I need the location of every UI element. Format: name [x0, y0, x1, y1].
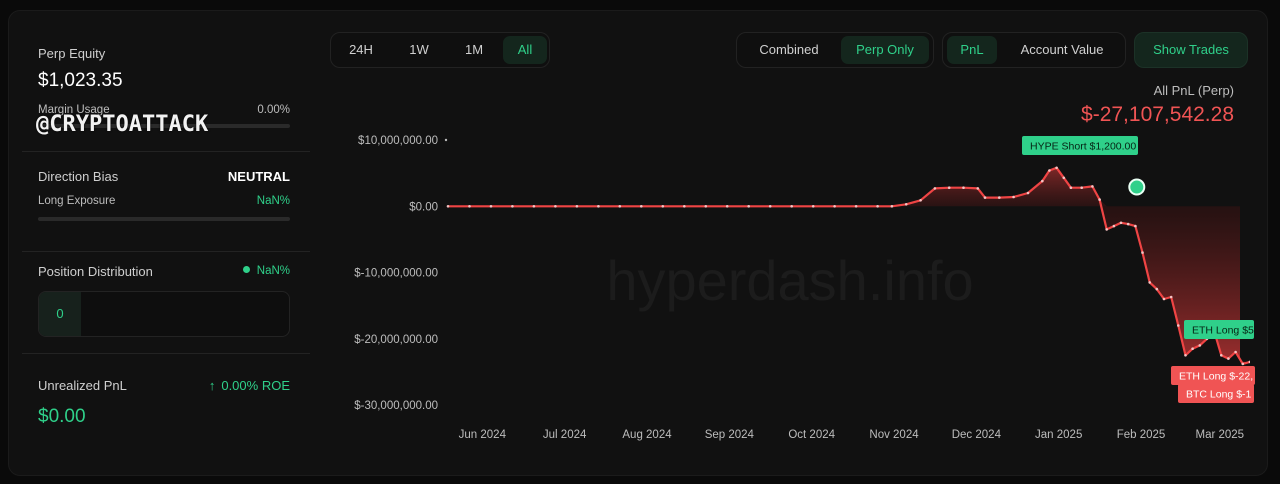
data-point — [1062, 176, 1066, 180]
data-point — [554, 205, 557, 208]
data-point — [768, 205, 772, 208]
data-point — [1169, 295, 1173, 299]
data-point — [1148, 281, 1151, 284]
data-point — [1041, 179, 1044, 183]
x-tick-label: Aug 2024 — [622, 429, 672, 441]
data-point — [1234, 350, 1237, 354]
y-tick-label: $-10,000,000.00 — [354, 268, 438, 280]
data-point — [904, 203, 908, 206]
data-point — [1241, 362, 1245, 366]
data-point — [1055, 166, 1058, 170]
data-point — [1184, 354, 1187, 357]
data-point — [1048, 169, 1051, 172]
data-point — [1162, 297, 1166, 301]
data-point — [1259, 361, 1262, 364]
data-point — [983, 196, 987, 199]
trade-marker-circle[interactable] — [1128, 178, 1146, 196]
data-point — [947, 186, 951, 189]
data-point — [1098, 198, 1101, 201]
data-point — [833, 205, 836, 208]
x-tick-label: Jan 2025 — [1035, 429, 1082, 441]
data-point — [704, 205, 708, 208]
x-tick-label: Dec 2024 — [952, 429, 1002, 441]
trade-tag-label: ETH Long $5 — [1192, 325, 1254, 337]
data-point — [511, 205, 514, 208]
y-tick-label: $10,000,000.00 — [358, 135, 438, 147]
data-point — [933, 187, 937, 190]
data-point — [1026, 191, 1030, 195]
data-point — [661, 205, 665, 208]
x-tick-label: Feb 2025 — [1117, 429, 1166, 441]
data-point — [640, 205, 643, 208]
pnl-chart[interactable]: hyperdash.info $10,000,000.00 $0.00 $-10,0… — [0, 0, 1280, 484]
data-point — [532, 205, 536, 208]
data-point — [1198, 344, 1202, 347]
data-point — [1141, 251, 1144, 254]
data-point — [1119, 221, 1123, 225]
data-point — [1134, 224, 1137, 228]
data-point — [919, 199, 922, 202]
data-point — [962, 186, 965, 189]
data-point — [1155, 287, 1159, 291]
y-axis-dot — [444, 138, 448, 142]
trade-tag-label: HYPE Short $1,200.00 — [1030, 141, 1136, 153]
data-point — [790, 205, 793, 208]
data-point — [1012, 195, 1015, 199]
data-point — [811, 205, 815, 208]
data-point — [468, 205, 471, 208]
data-point — [890, 205, 894, 208]
data-point — [1191, 347, 1194, 351]
data-point — [489, 205, 493, 208]
data-point — [597, 205, 600, 208]
y-tick-label: $-20,000,000.00 — [354, 334, 438, 346]
trade-tag-label: BTC Long $-1 — [1186, 389, 1252, 401]
data-point — [1080, 186, 1083, 189]
trade-tag-label: ETH Long $-22, — [1179, 371, 1253, 383]
x-tick-label: Jul 2024 — [543, 429, 587, 441]
data-point — [575, 205, 579, 208]
data-point — [1177, 324, 1180, 327]
data-point — [1248, 360, 1250, 364]
data-point — [854, 205, 858, 208]
data-point — [446, 205, 450, 208]
x-tick-label: Sep 2024 — [705, 429, 755, 441]
data-point — [725, 205, 729, 208]
y-tick-label: $0.00 — [409, 201, 438, 213]
data-point — [1091, 185, 1094, 188]
data-point — [1126, 222, 1130, 226]
chart-watermark: hyperdash.info — [606, 249, 973, 312]
data-point — [976, 187, 980, 190]
data-point — [1105, 228, 1108, 231]
data-point — [998, 196, 1001, 199]
y-tick-label: $-30,000,000.00 — [354, 400, 438, 412]
data-point — [618, 205, 622, 208]
data-point — [747, 205, 750, 208]
data-point — [1112, 224, 1116, 228]
x-tick-label: Nov 2024 — [869, 429, 919, 441]
data-point — [683, 205, 686, 208]
data-point — [1220, 354, 1223, 357]
data-point — [876, 205, 879, 208]
x-tick-label: Mar 2025 — [1196, 429, 1245, 441]
x-tick-label: Oct 2024 — [788, 429, 835, 441]
data-point — [1069, 186, 1073, 189]
x-tick-label: Jun 2024 — [459, 429, 507, 441]
data-point — [1227, 357, 1230, 360]
